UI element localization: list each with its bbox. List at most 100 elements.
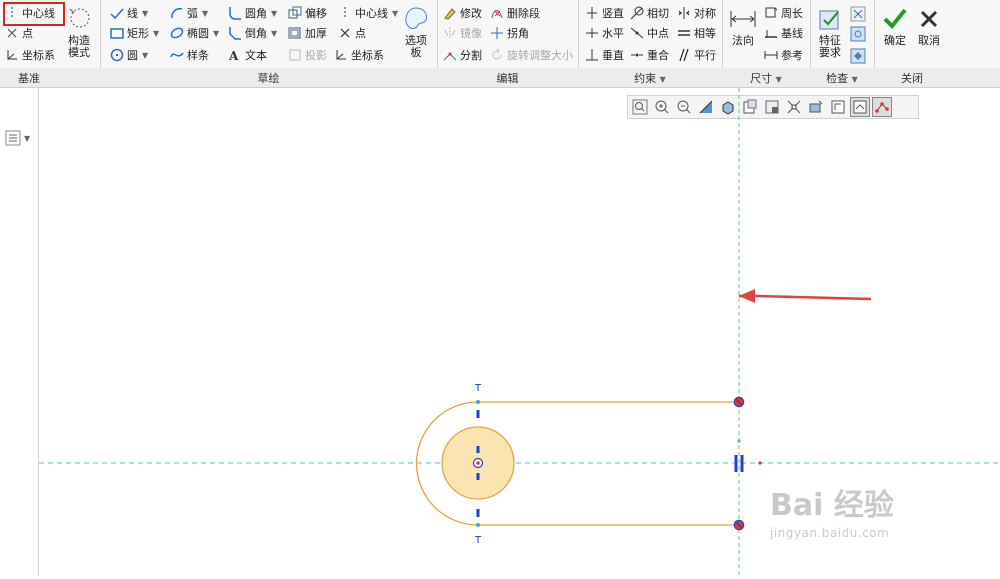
spline-button[interactable]: 样条: [170, 46, 209, 64]
dropdown-arrow-icon[interactable]: ▼: [24, 134, 30, 143]
inspect-group-text: 检查: [826, 72, 849, 85]
endpoint-marker-top[interactable]: [733, 396, 745, 408]
dropdown-arrow-icon[interactable]: ▼: [392, 9, 398, 18]
rotate-resize-button[interactable]: 旋转调整大小: [490, 46, 573, 64]
highlight-open-ends-button[interactable]: [850, 4, 866, 22]
centerline-point[interactable]: [737, 439, 741, 443]
dropdown-arrow-icon[interactable]: ▼: [142, 9, 148, 18]
text-label: 文本: [245, 49, 267, 62]
group-label-dimension[interactable]: 尺寸 ▼: [722, 70, 810, 86]
cancel-label: 取消: [918, 34, 940, 47]
annotation-arrow-head: [739, 289, 755, 303]
modify-icon: [443, 6, 457, 20]
dropdown-arrow-icon[interactable]: ▼: [142, 51, 148, 60]
corner-button[interactable]: 拐角: [490, 24, 529, 42]
spline-icon: [170, 48, 184, 62]
dropdown-arrow-icon[interactable]: ▼: [849, 75, 858, 84]
palette-label: 选项 板: [405, 34, 427, 59]
dropdown-arrow-icon[interactable]: ▼: [153, 29, 159, 38]
coincident-constraint-button[interactable]: 重合: [630, 46, 669, 64]
dropdown-arrow-icon[interactable]: ▼: [213, 29, 219, 38]
construction-mode-button[interactable]: 构造 模式: [64, 5, 94, 59]
overlap-icon: [850, 26, 866, 42]
horizontal-label: 水平: [602, 27, 624, 40]
ok-button[interactable]: 确定: [880, 5, 910, 47]
normal-dimension-label: 法向: [732, 34, 754, 47]
dropdown-arrow-icon[interactable]: ▼: [271, 9, 277, 18]
offset-label: 偏移: [305, 7, 327, 20]
tangent-label-bottom: T: [474, 535, 482, 546]
sketch-point-button[interactable]: 点: [338, 24, 366, 42]
tangent-point[interactable]: [476, 400, 480, 404]
midpoint-constraint-button[interactable]: 中点: [630, 24, 669, 42]
centerline-button[interactable]: 中心线: [5, 4, 55, 22]
line-button[interactable]: 线 ▼: [110, 4, 148, 22]
sketch-coordsys-button[interactable]: 坐标系: [334, 46, 384, 64]
dropdown-arrow-icon[interactable]: ▼: [271, 29, 277, 38]
overlapping-geometry-button[interactable]: [850, 24, 866, 42]
baseline-button[interactable]: 基线: [764, 24, 803, 42]
point-button[interactable]: 点: [5, 24, 33, 42]
modify-button[interactable]: 修改: [443, 4, 482, 22]
equal-constraint-button[interactable]: 相等: [677, 24, 716, 42]
parallel-constraint-button[interactable]: 平行: [677, 46, 716, 64]
reference-button[interactable]: 参考: [764, 46, 803, 64]
coordsys-icon: [5, 48, 19, 62]
symmetric-constraint-button[interactable]: 对称: [677, 4, 716, 22]
ok-label: 确定: [884, 34, 906, 47]
circle-button[interactable]: 圆 ▼: [110, 46, 148, 64]
perimeter-button[interactable]: 周长: [764, 4, 803, 22]
dimension-group-text: 尺寸: [750, 72, 773, 85]
sketch-centerline-button[interactable]: 中心线 ▼: [338, 4, 398, 22]
perpendicular-constraint-button[interactable]: 垂直: [585, 46, 624, 64]
parallel-label: 平行: [694, 49, 716, 62]
tangent-constraint-button[interactable]: 相切: [630, 4, 669, 22]
group-label-inspect[interactable]: 检查 ▼: [810, 70, 874, 86]
text-button[interactable]: A 文本: [228, 46, 267, 64]
fillet-button[interactable]: 圆角 ▼: [228, 4, 277, 22]
chamfer-button[interactable]: 倒角 ▼: [228, 24, 277, 42]
divide-button[interactable]: 分割: [443, 46, 482, 64]
tangent-label: 相切: [647, 7, 669, 20]
normal-dimension-button[interactable]: 法向: [726, 5, 760, 47]
project-button[interactable]: 投影: [288, 46, 327, 64]
shade-closed-loops-button[interactable]: [850, 46, 866, 64]
horizontal-constraint-button[interactable]: 水平: [585, 24, 624, 42]
cross-point-icon: [338, 26, 352, 40]
dropdown-arrow-icon[interactable]: ▼: [657, 75, 666, 84]
rectangle-icon: [110, 26, 124, 40]
baseline-label: 基线: [781, 27, 803, 40]
offset-button[interactable]: 偏移: [288, 4, 327, 22]
rectangle-label: 矩形: [127, 27, 149, 40]
watermark-brand: Bai 经验: [770, 488, 894, 523]
intersection-point[interactable]: [758, 461, 762, 465]
tangent-point[interactable]: [476, 523, 480, 527]
ellipse-button[interactable]: 椭圆 ▼: [170, 24, 219, 42]
cross-point-icon: [5, 26, 19, 40]
mirror-button[interactable]: 镜像: [443, 24, 482, 42]
tree-settings-button[interactable]: ▼: [5, 130, 30, 146]
palette-button[interactable]: 选项 板: [400, 5, 432, 59]
delete-segment-button[interactable]: 删除段: [490, 4, 540, 22]
group-label-constrain[interactable]: 约束 ▼: [578, 70, 722, 86]
dropdown-arrow-icon[interactable]: ▼: [202, 9, 208, 18]
midpoint-label: 中点: [647, 27, 669, 40]
vertical-label: 竖直: [602, 7, 624, 20]
vertical-constraint-button[interactable]: 竖直: [585, 4, 624, 22]
feature-requirements-button[interactable]: 特征 要求: [815, 5, 845, 59]
dimension-icon: [729, 5, 757, 33]
coincident-label: 重合: [647, 49, 669, 62]
symmetric-icon: [677, 6, 691, 20]
rectangle-button[interactable]: 矩形 ▼: [110, 24, 159, 42]
perpendicular-label: 垂直: [602, 49, 624, 62]
list-icon: [5, 130, 21, 146]
thicken-label: 加厚: [305, 27, 327, 40]
endpoint-marker-bottom[interactable]: [733, 519, 745, 531]
cancel-button[interactable]: 取消: [914, 5, 944, 47]
delete-segment-icon: [490, 6, 504, 20]
arc-button[interactable]: 弧 ▼: [170, 4, 208, 22]
dropdown-arrow-icon[interactable]: ▼: [773, 75, 782, 84]
thicken-button[interactable]: 加厚: [288, 24, 327, 42]
coordsys-button[interactable]: 坐标系: [5, 46, 55, 64]
corner-icon: [490, 26, 504, 40]
